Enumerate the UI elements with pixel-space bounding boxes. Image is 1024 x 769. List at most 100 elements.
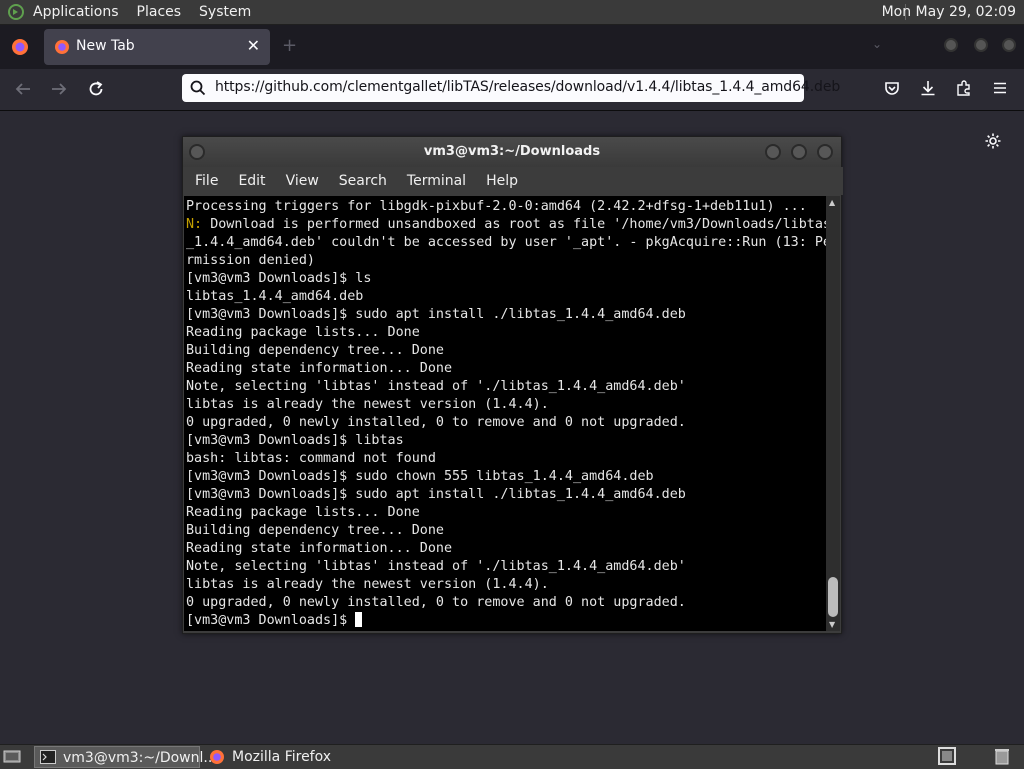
terminal-close-button[interactable] <box>817 144 833 160</box>
terminal-scrollbar[interactable]: ▲ ▼ <box>826 196 840 631</box>
notice-prefix: N: <box>186 217 211 232</box>
terminal-line-text: Reading state information... Done <box>186 361 453 376</box>
terminal-line-text: 0 upgraded, 0 newly installed, 0 to remo… <box>186 415 686 430</box>
clock[interactable]: Mon May 29, 02:09 <box>874 0 1024 24</box>
taskbar-firefox[interactable]: Mozilla Firefox <box>204 746 344 768</box>
extensions-icon[interactable] <box>956 80 972 96</box>
terminal-line: [vm3@vm3 Downloads]$ sudo chown 555 libt… <box>186 468 826 486</box>
menu-search[interactable]: Search <box>329 173 397 189</box>
url-bar[interactable]: https://github.com/clementgallet/libTAS/… <box>182 74 840 102</box>
new-tab-button[interactable]: + <box>282 35 297 56</box>
terminal-output[interactable]: Processing triggers for libgdk-pixbuf-2.… <box>184 196 826 631</box>
menu-file[interactable]: File <box>185 173 228 189</box>
applications-menu[interactable]: Applications <box>24 0 128 24</box>
terminal-title-bar[interactable]: vm3@vm3:~/Downloads <box>183 137 841 167</box>
taskbar-firefox-label: Mozilla Firefox <box>232 749 332 765</box>
url-text[interactable]: https://github.com/clementgallet/libTAS/… <box>215 79 840 95</box>
downloads-icon[interactable] <box>920 80 936 96</box>
system-menu[interactable]: System <box>190 0 260 24</box>
terminal-line-text: [vm3@vm3 Downloads]$ sudo chown 555 libt… <box>186 469 654 484</box>
pocket-icon[interactable] <box>884 80 900 96</box>
terminal-line: _1.4.4_amd64.deb' couldn't be accessed b… <box>186 234 826 252</box>
terminal-cursor <box>355 612 363 627</box>
terminal-line: [vm3@vm3 Downloads]$ libtas <box>186 432 826 450</box>
terminal-menu-bar: File Edit View Search Terminal Help <box>183 167 843 195</box>
terminal-prompt: [vm3@vm3 Downloads]$ <box>186 613 356 628</box>
menu-terminal[interactable]: Terminal <box>397 173 476 189</box>
bottom-panel: vm3@vm3:~/Downl... Mozilla Firefox <box>0 744 1024 769</box>
terminal-line: Reading state information... Done <box>186 360 826 378</box>
workspace-1[interactable] <box>942 751 952 761</box>
terminal-line-text: [vm3@vm3 Downloads]$ sudo apt install ./… <box>186 307 686 322</box>
terminal-title: vm3@vm3:~/Downloads <box>423 144 601 159</box>
hamburger-menu-icon[interactable] <box>992 80 1008 96</box>
terminal-line: Building dependency tree... Done <box>186 342 826 360</box>
close-tab-icon[interactable]: ✕ <box>247 36 260 55</box>
workspace-switcher[interactable] <box>938 747 956 765</box>
terminal-line: N: Download is performed unsandboxed as … <box>186 216 826 234</box>
scroll-down-arrow-icon[interactable]: ▼ <box>829 620 835 629</box>
terminal-line-text: Building dependency tree... Done <box>186 523 444 538</box>
terminal-line-text: [vm3@vm3 Downloads]$ libtas <box>186 433 404 448</box>
terminal-line: libtas is already the newest version (1.… <box>186 576 826 594</box>
firefox-view-icon[interactable] <box>10 37 30 57</box>
terminal-line: Building dependency tree... Done <box>186 522 826 540</box>
terminal-line: Note, selecting 'libtas' instead of './l… <box>186 558 826 576</box>
terminal-line-text: libtas_1.4.4_amd64.deb <box>186 289 364 304</box>
top-panel: Applications Places System Mon May 29, 0… <box>0 0 1024 25</box>
terminal-window[interactable]: vm3@vm3:~/Downloads File Edit View Searc… <box>182 136 843 634</box>
minimize-window-button[interactable] <box>944 38 958 52</box>
terminal-line: [vm3@vm3 Downloads]$ sudo apt install ./… <box>186 486 826 504</box>
back-arrow-icon[interactable] <box>14 80 32 98</box>
terminal-line: libtas is already the newest version (1.… <box>186 396 826 414</box>
menu-edit[interactable]: Edit <box>228 173 275 189</box>
terminal-line-text: _1.4.4_amd64.deb' couldn't be accessed b… <box>186 235 826 250</box>
menu-view[interactable]: View <box>276 173 329 189</box>
terminal-line: Reading state information... Done <box>186 540 826 558</box>
show-desktop-icon[interactable] <box>3 749 21 765</box>
menu-help[interactable]: Help <box>476 173 528 189</box>
reload-icon[interactable] <box>87 80 105 98</box>
search-icon <box>190 80 206 96</box>
taskbar-terminal[interactable]: vm3@vm3:~/Downl... <box>34 746 217 768</box>
taskbar-terminal-label: vm3@vm3:~/Downl... <box>63 750 217 766</box>
terminal-line: [vm3@vm3 Downloads]$ ls <box>186 270 826 288</box>
close-window-button[interactable] <box>1002 38 1016 52</box>
terminal-line-text: [vm3@vm3 Downloads]$ sudo apt install ./… <box>186 487 686 502</box>
terminal-line-text: Building dependency tree... Done <box>186 343 444 358</box>
terminal-line: Reading package lists... Done <box>186 324 826 342</box>
scroll-up-arrow-icon[interactable]: ▲ <box>829 198 835 207</box>
scrollbar-thumb[interactable] <box>828 577 838 617</box>
gear-icon[interactable] <box>984 132 1002 150</box>
firefox-icon <box>210 750 224 764</box>
terminal-line-text: Note, selecting 'libtas' instead of './l… <box>186 379 686 394</box>
tab-new-tab[interactable]: New Tab ✕ <box>44 29 270 65</box>
list-all-tabs-icon[interactable]: ⌄ <box>872 37 882 51</box>
terminal-line-text: bash: libtas: command not found <box>186 451 436 466</box>
terminal-line-text: Reading state information... Done <box>186 541 453 556</box>
forward-arrow-icon[interactable] <box>50 80 68 98</box>
terminal-icon <box>40 750 56 764</box>
window-menu-button[interactable] <box>189 144 205 160</box>
terminal-line-text: Reading package lists... Done <box>186 505 420 520</box>
terminal-line-text: [vm3@vm3 Downloads]$ ls <box>186 271 372 286</box>
terminal-lines: Processing triggers for libgdk-pixbuf-2.… <box>184 196 826 630</box>
terminal-line: bash: libtas: command not found <box>186 450 826 468</box>
terminal-line-text: libtas is already the newest version (1.… <box>186 577 549 592</box>
terminal-line-text: Reading package lists... Done <box>186 325 420 340</box>
firefox-favicon-icon <box>55 40 69 54</box>
terminal-line-text: rmission denied) <box>186 253 315 268</box>
terminal-line: 0 upgraded, 0 newly installed, 0 to remo… <box>186 594 826 612</box>
distro-logo-icon[interactable] <box>8 4 24 20</box>
trash-icon[interactable] <box>994 747 1010 765</box>
terminal-line: rmission denied) <box>186 252 826 270</box>
terminal-prompt-line[interactable]: [vm3@vm3 Downloads]$ <box>186 612 826 630</box>
terminal-minimize-button[interactable] <box>765 144 781 160</box>
terminal-line-text: Note, selecting 'libtas' instead of './l… <box>186 559 686 574</box>
firefox-tab-bar: New Tab ✕ + ⌄ <box>0 25 1024 69</box>
places-menu[interactable]: Places <box>128 0 191 24</box>
terminal-maximize-button[interactable] <box>791 144 807 160</box>
maximize-window-button[interactable] <box>974 38 988 52</box>
terminal-line: Note, selecting 'libtas' instead of './l… <box>186 378 826 396</box>
firefox-nav-bar: https://github.com/clementgallet/libTAS/… <box>0 69 1024 111</box>
